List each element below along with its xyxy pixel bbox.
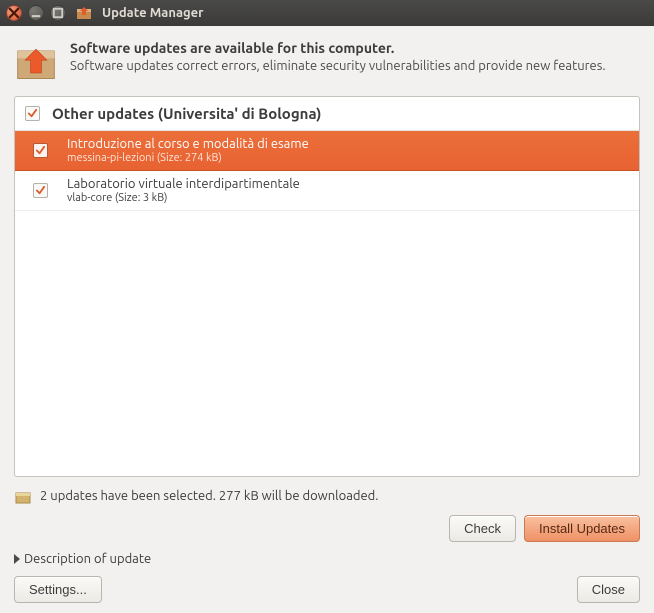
minimize-icon[interactable]	[28, 5, 44, 21]
list-item[interactable]: Laboratorio virtuale interdipartimentale…	[15, 171, 639, 211]
maximize-icon[interactable]	[50, 5, 66, 21]
header-subtext: Software updates correct errors, elimina…	[70, 58, 606, 75]
info-header: Software updates are available for this …	[14, 40, 640, 84]
settings-button[interactable]: Settings...	[14, 576, 102, 603]
content-area: Software updates are available for this …	[0, 26, 654, 613]
action-buttons: Check Install Updates	[14, 515, 640, 542]
titlebar: Update Manager	[0, 0, 654, 26]
app-icon	[76, 5, 92, 21]
item-subtitle: messina-pi-lezioni (Size: 274 kB)	[67, 152, 629, 164]
expander-label: Description of update	[24, 552, 151, 566]
close-button[interactable]: Close	[577, 576, 640, 603]
package-update-icon	[14, 40, 58, 84]
close-icon[interactable]	[6, 5, 22, 21]
item-subtitle: vlab-core (Size: 3 kB)	[67, 192, 629, 204]
status-text: 2 updates have been selected. 277 kB wil…	[40, 489, 378, 503]
description-expander[interactable]: Description of update	[14, 552, 640, 566]
header-heading: Software updates are available for this …	[70, 40, 606, 56]
updates-group-header[interactable]: Other updates (Universita' di Bologna)	[15, 97, 639, 131]
item-title: Laboratorio virtuale interdipartimentale	[67, 177, 629, 191]
updates-list: Other updates (Universita' di Bologna) I…	[14, 96, 640, 477]
bottom-buttons: Settings... Close	[14, 576, 640, 603]
group-title: Other updates (Universita' di Bologna)	[52, 105, 322, 122]
download-size-icon	[14, 487, 32, 505]
group-checkbox[interactable]	[25, 106, 40, 121]
window-title: Update Manager	[102, 6, 204, 20]
install-updates-button[interactable]: Install Updates	[524, 515, 640, 542]
item-checkbox[interactable]	[33, 143, 48, 158]
item-checkbox[interactable]	[33, 183, 48, 198]
status-row: 2 updates have been selected. 277 kB wil…	[14, 487, 640, 505]
item-title: Introduzione al corso e modalità di esam…	[67, 137, 629, 151]
list-item[interactable]: Introduzione al corso e modalità di esam…	[15, 131, 639, 171]
check-button[interactable]: Check	[449, 515, 516, 542]
chevron-right-icon	[14, 554, 20, 564]
